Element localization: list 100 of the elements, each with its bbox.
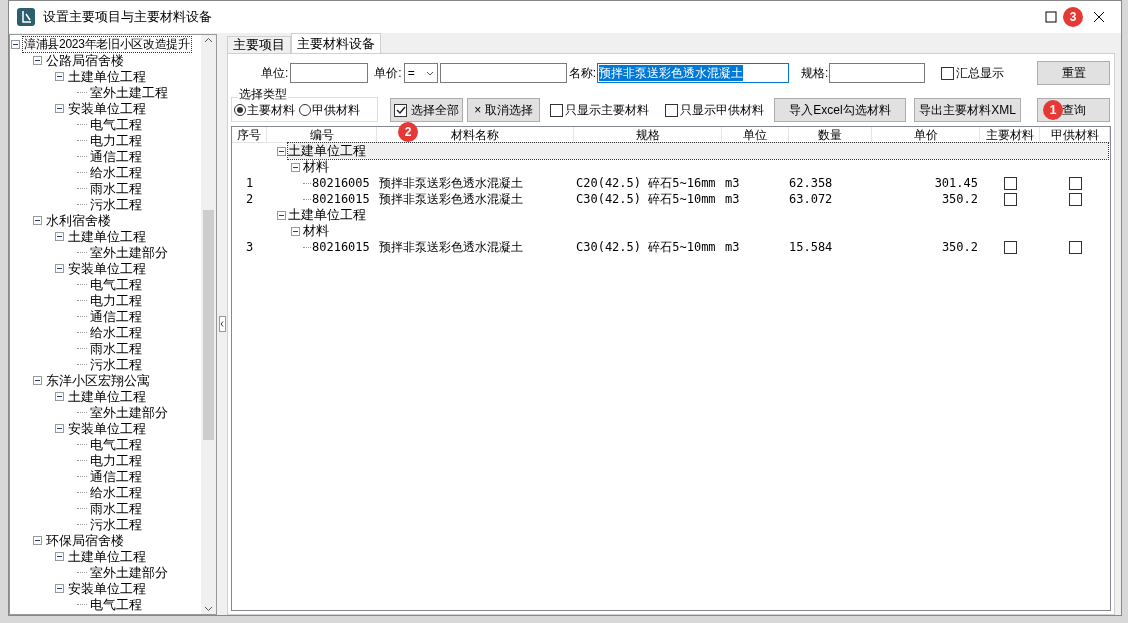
collapse-icon[interactable] bbox=[291, 162, 300, 172]
tree-item[interactable]: 雨水工程 bbox=[89, 180, 143, 196]
caret-icon[interactable] bbox=[425, 70, 434, 76]
radio-button[interactable] bbox=[299, 103, 311, 116]
tree-item[interactable]: 通信工程 bbox=[89, 468, 143, 484]
collapse-icon[interactable] bbox=[55, 423, 64, 433]
maximize-icon[interactable] bbox=[1045, 11, 1057, 23]
window-title: 设置主要项目与主要材料设备 bbox=[43, 8, 212, 27]
reset-button[interactable]: 重置 bbox=[1037, 61, 1110, 85]
collapse-icon[interactable] bbox=[55, 103, 64, 113]
only-supplied-checkbox[interactable] bbox=[665, 103, 678, 117]
tree-item[interactable]: 室外土建部分 bbox=[89, 564, 169, 580]
tree-item[interactable]: 东洋小区宏翔公寓 bbox=[45, 372, 151, 388]
collapse-icon[interactable] bbox=[33, 375, 42, 385]
tree-item[interactable]: 污水工程 bbox=[89, 356, 143, 372]
collapse-icon[interactable] bbox=[55, 583, 64, 593]
scrollbar[interactable] bbox=[201, 35, 216, 614]
name-field[interactable]: 预拌非泵送彩色透水混凝土 bbox=[597, 63, 790, 83]
tree-item[interactable]: 土建单位工程 bbox=[67, 228, 147, 244]
collapse-icon[interactable] bbox=[277, 210, 286, 220]
tree-item[interactable]: 通信工程 bbox=[89, 148, 143, 164]
main-material-checkbox[interactable] bbox=[1003, 176, 1017, 190]
table-cell-text: 63.072 bbox=[789, 191, 834, 207]
supplied-material-checkbox[interactable] bbox=[1068, 240, 1082, 254]
number-badge: 2 bbox=[398, 122, 418, 142]
tree-item[interactable]: 室外土建工程 bbox=[89, 84, 169, 100]
operator-dropdown[interactable]: = bbox=[403, 63, 438, 83]
tree-item[interactable]: 污水工程 bbox=[89, 516, 143, 532]
tree-item[interactable]: 公路局宿舍楼 bbox=[45, 52, 125, 68]
table-cell-text: 62.358 bbox=[789, 175, 834, 191]
import-excel-button[interactable]: 导入Excel勾选材料 bbox=[774, 98, 906, 122]
only-supplied-label: 只显示甲供材料 bbox=[680, 102, 764, 119]
tree-item[interactable]: 给水工程 bbox=[89, 164, 143, 180]
name-label: 名称: bbox=[568, 65, 597, 82]
table-cell: 80216005 bbox=[312, 175, 370, 191]
tree-item[interactable]: 污水工程 bbox=[89, 196, 143, 212]
select-all-checkbox[interactable] bbox=[394, 103, 407, 117]
tree-item[interactable]: 电力工程 bbox=[89, 292, 143, 308]
supplied-material-checkbox[interactable] bbox=[1068, 176, 1082, 190]
tree-item[interactable]: 电气工程 bbox=[89, 276, 143, 292]
tree-item[interactable]: 水利宿舍楼 bbox=[45, 212, 112, 228]
price-field[interactable] bbox=[439, 63, 567, 83]
collapse-icon[interactable] bbox=[55, 263, 64, 273]
collapse-icon[interactable] bbox=[55, 71, 64, 81]
tree-item[interactable]: 雨水工程 bbox=[89, 500, 143, 516]
scroll-down-icon[interactable] bbox=[204, 606, 213, 612]
collapse-icon[interactable] bbox=[55, 551, 64, 561]
tree-item[interactable]: 电气工程 bbox=[89, 116, 143, 132]
tree-item[interactable]: 电力工程 bbox=[89, 452, 143, 468]
main-material-checkbox[interactable] bbox=[1003, 192, 1017, 206]
column-header[interactable]: 序号 bbox=[232, 127, 267, 142]
tree-item[interactable]: 漳浦县2023年老旧小区改造提升 bbox=[23, 36, 191, 52]
tree-item[interactable]: 材料 bbox=[303, 223, 329, 239]
tree-item[interactable]: 土建单位工程 bbox=[67, 548, 147, 564]
tree-item[interactable]: 室外土建部分 bbox=[89, 244, 169, 260]
tree-item[interactable]: 电气工程 bbox=[89, 436, 143, 452]
spec-field[interactable] bbox=[829, 63, 926, 83]
tree-item[interactable]: 雨水工程 bbox=[89, 340, 143, 356]
tree-item[interactable]: 土建单位工程 bbox=[67, 68, 147, 84]
table-cell-text: C20(42.5) 碎石5~16mm bbox=[575, 175, 717, 191]
tree-item[interactable]: 环保局宿舍楼 bbox=[45, 532, 125, 548]
main-material-checkbox[interactable] bbox=[1003, 240, 1017, 254]
group-row[interactable]: 土建单位工程 bbox=[288, 143, 1108, 159]
collapse-icon[interactable] bbox=[55, 231, 64, 241]
tree-item[interactable]: 土建单位工程 bbox=[67, 388, 147, 404]
close-icon[interactable] bbox=[1093, 11, 1105, 23]
deselect-button[interactable]: × 取消选择 bbox=[467, 98, 540, 122]
collapse-icon[interactable] bbox=[33, 535, 42, 545]
tree-item[interactable]: 安装单位工程 bbox=[67, 100, 147, 116]
splitter-handle[interactable] bbox=[218, 316, 226, 332]
summary-checkbox[interactable] bbox=[941, 66, 955, 80]
only-main-checkbox[interactable] bbox=[550, 103, 563, 117]
collapse-icon[interactable] bbox=[277, 146, 286, 156]
unit-field[interactable] bbox=[290, 63, 369, 83]
tree-item[interactable]: 电气工程 bbox=[89, 596, 143, 612]
tree-item[interactable]: 电力工程 bbox=[89, 132, 143, 148]
tree-item[interactable]: 室外土建部分 bbox=[89, 404, 169, 420]
select-all-button[interactable]: 选择全部 bbox=[390, 98, 463, 122]
radio-label: 甲供材料 bbox=[312, 101, 360, 119]
price-label: 单价: bbox=[374, 65, 402, 82]
tree-item[interactable]: 安装单位工程 bbox=[67, 580, 147, 596]
tree-item[interactable]: 安装单位工程 bbox=[67, 260, 147, 276]
radio-button[interactable] bbox=[234, 103, 246, 116]
collapse-icon[interactable] bbox=[33, 215, 42, 225]
scroll-up-icon[interactable] bbox=[204, 37, 213, 43]
collapse-icon[interactable] bbox=[33, 55, 42, 65]
tab[interactable]: 主要材料设备 bbox=[291, 33, 381, 53]
tree-item[interactable]: 安装单位工程 bbox=[67, 420, 147, 436]
collapse-icon[interactable] bbox=[11, 39, 20, 49]
tab[interactable]: 主要项目 bbox=[227, 36, 291, 53]
tree-item[interactable]: 给水工程 bbox=[89, 484, 143, 500]
collapse-icon[interactable] bbox=[291, 226, 300, 236]
groupbox-title: 选择类型 bbox=[238, 88, 288, 101]
group-row[interactable]: 土建单位工程 bbox=[288, 207, 1110, 223]
export-xml-button[interactable]: 导出主要材料XML bbox=[914, 98, 1021, 122]
collapse-icon[interactable] bbox=[55, 391, 64, 401]
supplied-material-checkbox[interactable] bbox=[1068, 192, 1082, 206]
tree-item[interactable]: 给水工程 bbox=[89, 324, 143, 340]
tree-item[interactable]: 通信工程 bbox=[89, 308, 143, 324]
tree-item[interactable]: 材料 bbox=[303, 159, 329, 175]
